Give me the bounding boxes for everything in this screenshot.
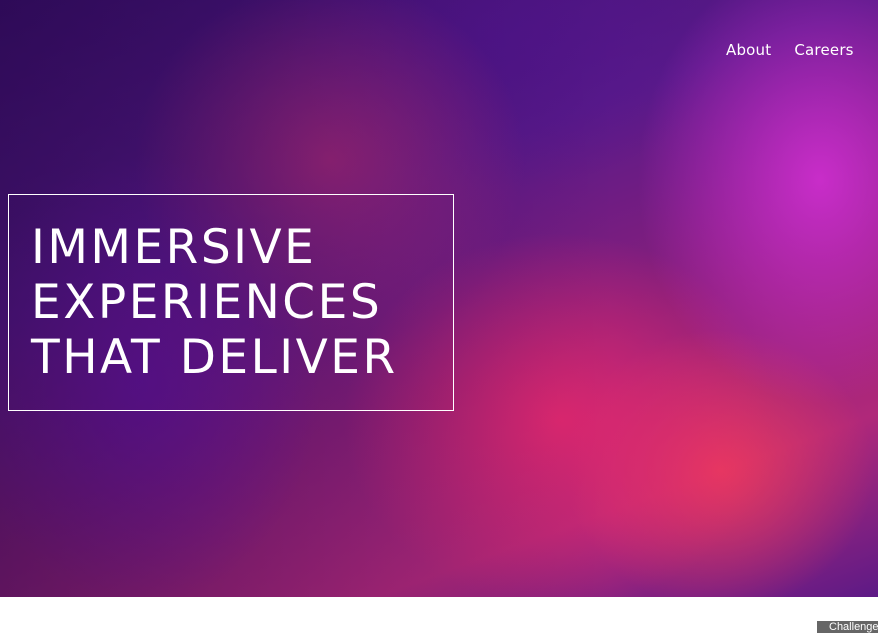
challenge-badge[interactable]: Challenge — [817, 621, 878, 633]
nav-link-about[interactable]: About — [726, 41, 771, 59]
headline-line-2: EXPERIENCES — [31, 275, 383, 330]
headline-line-1: IMMERSIVE — [31, 220, 317, 275]
headline-frame: IMMERSIVE EXPERIENCES THAT DELIVER — [8, 194, 454, 411]
hero-section: About Careers Ev IMMERSIVE EXPERIENCES T… — [0, 0, 878, 597]
hero-headline: IMMERSIVE EXPERIENCES THAT DELIVER — [31, 220, 398, 385]
headline-line-3: THAT DELIVER — [31, 330, 398, 385]
nav-link-careers[interactable]: Careers — [794, 41, 853, 59]
main-nav: About Careers Ev — [726, 41, 878, 59]
page: About Careers Ev IMMERSIVE EXPERIENCES T… — [0, 0, 878, 633]
